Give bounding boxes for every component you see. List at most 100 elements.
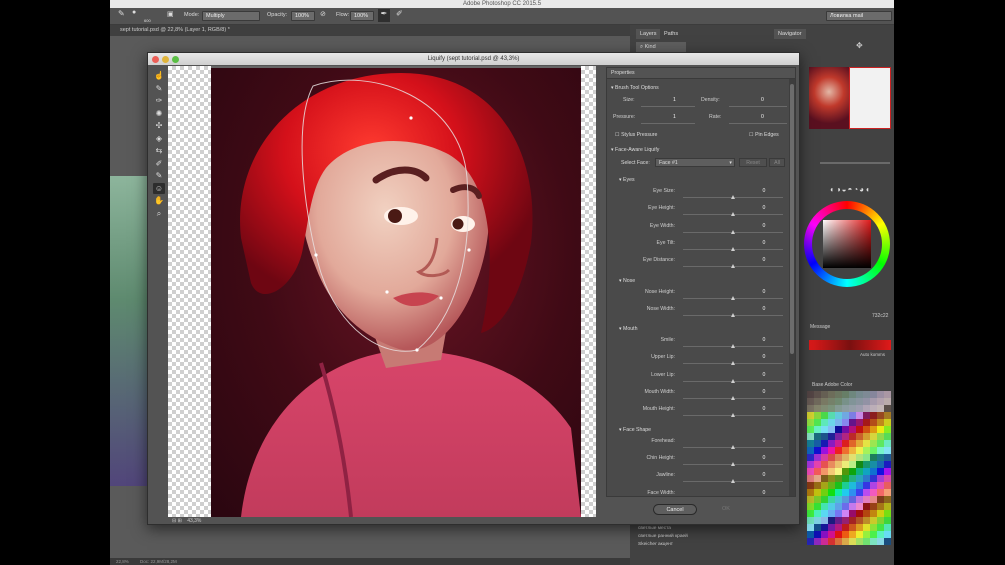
color-swatch[interactable] [884,475,891,482]
color-swatch[interactable] [842,398,849,405]
rate-slider[interactable] [729,123,787,124]
color-swatch[interactable] [856,426,863,433]
color-swatch[interactable] [877,489,884,496]
color-swatch[interactable] [807,482,814,489]
slider-value[interactable]: 0 [757,406,771,412]
color-swatch[interactable] [814,489,821,496]
portrait-artwork[interactable] [211,68,581,517]
color-swatch[interactable] [870,482,877,489]
color-swatch[interactable] [842,447,849,454]
color-swatch[interactable] [821,426,828,433]
select-face-dropdown[interactable]: Face #1 ▾ [655,158,735,167]
slider-value[interactable]: 0 [757,389,771,395]
color-swatch[interactable] [842,405,849,412]
zoom-out-icon[interactable]: ⊟ [172,518,176,524]
color-swatch[interactable] [828,510,835,517]
slider-knob[interactable] [731,378,735,383]
color-swatch[interactable] [849,461,856,468]
color-swatch[interactable] [842,510,849,517]
color-swatch[interactable] [849,440,856,447]
color-swatch[interactable] [828,524,835,531]
cancel-button[interactable]: Cancel [653,504,697,515]
color-swatch[interactable] [814,503,821,510]
color-swatch[interactable] [877,468,884,475]
color-swatch[interactable] [870,524,877,531]
color-swatch[interactable] [807,510,814,517]
color-swatch[interactable] [807,440,814,447]
color-swatch[interactable] [828,426,835,433]
color-swatch[interactable] [814,468,821,475]
color-swatch[interactable] [807,447,814,454]
color-swatch[interactable] [856,419,863,426]
slider-row[interactable]: Face Width: 0 [607,489,789,497]
color-swatch[interactable] [835,489,842,496]
color-swatch[interactable] [849,405,856,412]
color-swatch[interactable] [828,538,835,545]
color-swatch[interactable] [828,412,835,419]
color-swatch[interactable] [821,531,828,538]
color-swatch[interactable] [863,517,870,524]
slider-knob[interactable] [731,212,735,217]
slider-knob[interactable] [731,229,735,234]
slider-knob[interactable] [731,361,735,366]
color-swatch[interactable] [863,391,870,398]
mode-select[interactable]: Multiply [202,11,260,21]
color-swatch[interactable] [863,405,870,412]
pressure-control[interactable]: Pressure: 1 [607,113,697,130]
brush-presets-row[interactable]: ◐◑◒◓◔◕◖ [830,185,871,194]
color-swatch[interactable] [814,454,821,461]
color-swatch[interactable] [884,454,891,461]
slider-row[interactable]: Nose Height: 0 [607,288,789,305]
color-swatch[interactable] [877,461,884,468]
color-swatch[interactable] [877,398,884,405]
slider-row[interactable]: Smile: 0 [607,336,789,353]
color-swatch[interactable] [884,419,891,426]
color-swatch[interactable] [870,454,877,461]
color-swatch[interactable] [849,517,856,524]
slider-knob[interactable] [731,461,735,466]
brush-preset-icon[interactable]: ● [132,9,136,16]
color-swatch[interactable] [835,419,842,426]
color-swatch[interactable] [877,475,884,482]
color-swatch[interactable] [828,482,835,489]
color-swatch[interactable] [842,419,849,426]
color-swatch[interactable] [849,433,856,440]
color-swatch[interactable] [821,412,828,419]
color-swatch[interactable] [842,391,849,398]
zoom-in-icon[interactable]: ⊞ [178,518,182,524]
color-swatch[interactable] [856,482,863,489]
slider-knob[interactable] [731,344,735,349]
rate-control[interactable]: Rate: 0 [699,113,789,130]
color-swatch[interactable] [856,468,863,475]
color-swatch[interactable] [828,517,835,524]
smooth-icon[interactable]: ✑ [153,95,165,106]
color-swatch[interactable] [849,412,856,419]
slider-knob[interactable] [731,396,735,400]
push-left-icon[interactable]: ⇆ [153,145,165,156]
color-swatch[interactable] [849,538,856,545]
slider-value[interactable]: 0 [757,472,771,478]
airbrush-icon[interactable]: ✒ [378,9,390,22]
brush-tool-icon[interactable]: ✎ [118,9,125,18]
color-swatch[interactable] [828,454,835,461]
color-swatch[interactable] [842,517,849,524]
group-eyes[interactable]: ▾ Eyes [619,177,635,183]
color-swatch[interactable] [821,517,828,524]
color-swatch[interactable] [821,510,828,517]
navigator-preview[interactable] [809,67,891,129]
color-swatch[interactable] [870,475,877,482]
color-swatch[interactable] [814,440,821,447]
slider-row[interactable]: Jawline: 0 [607,471,789,488]
slider-value[interactable]: 0 [757,188,771,194]
ok-button[interactable]: OK [706,504,746,515]
color-swatch[interactable] [849,503,856,510]
hand-icon[interactable]: ✋ [153,195,165,206]
color-swatch[interactable] [849,482,856,489]
color-swatch[interactable] [814,398,821,405]
size-slider[interactable] [641,106,695,107]
slider-value[interactable]: 0 [757,354,771,360]
color-swatch[interactable] [842,482,849,489]
color-swatch[interactable] [842,440,849,447]
color-swatch[interactable] [870,391,877,398]
color-swatch[interactable] [863,419,870,426]
